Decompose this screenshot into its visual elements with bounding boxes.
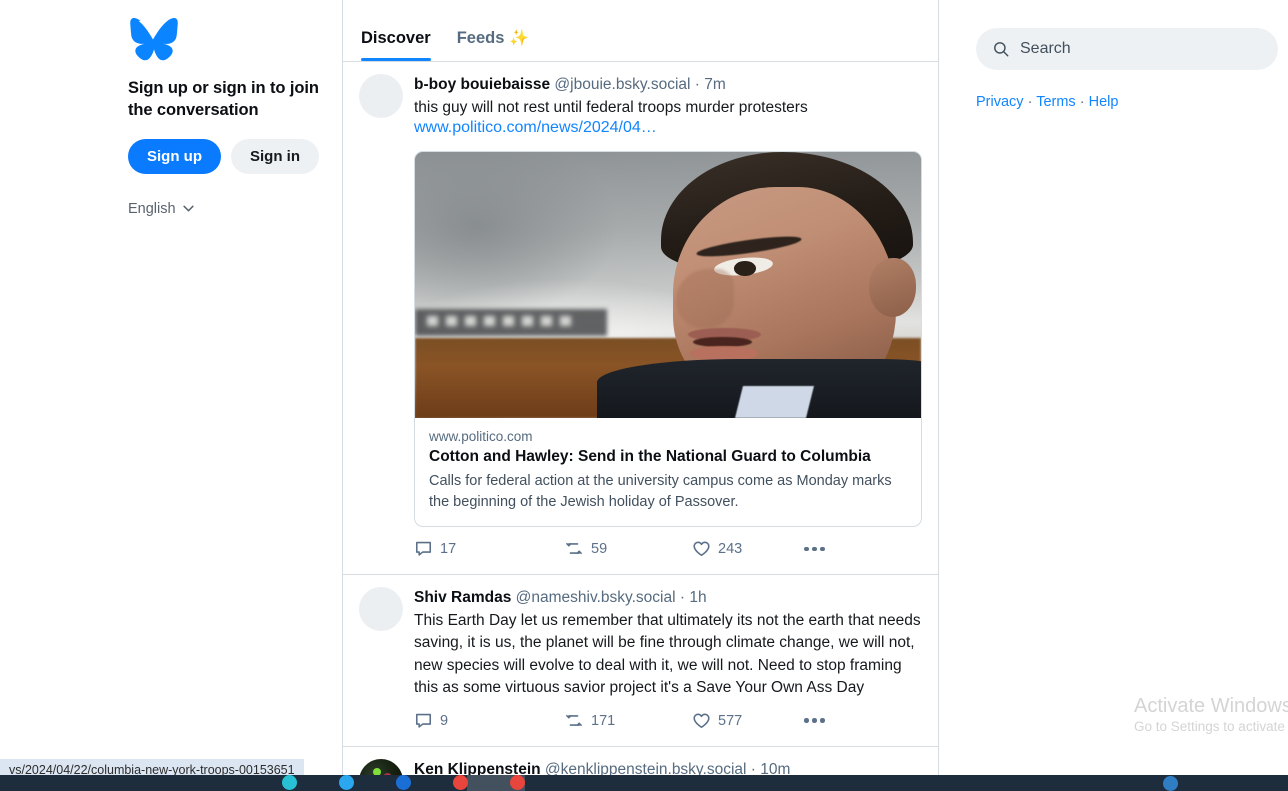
taskbar-icon-red[interactable] xyxy=(453,775,468,790)
post-separator: · xyxy=(695,76,700,93)
post-item[interactable]: Shiv Ramdas @nameshiv.bsky.social · 1h T… xyxy=(343,575,938,747)
post-content: Ken Klippenstein @kenklippenstein.bsky.s… xyxy=(414,759,922,775)
taskbar-icon-right[interactable] xyxy=(1163,776,1178,791)
post-content: Shiv Ramdas @nameshiv.bsky.social · 1h T… xyxy=(414,587,922,746)
taskbar-icon-blue-light[interactable] xyxy=(339,775,354,790)
taskbar-icon-red-two[interactable] xyxy=(510,775,525,790)
post-author[interactable]: Shiv Ramdas xyxy=(414,589,511,606)
taskbar-icon-teal[interactable] xyxy=(282,775,297,790)
bluesky-butterfly-icon xyxy=(128,18,178,62)
post-timestamp: 7m xyxy=(704,76,726,93)
post-timestamp: 10m xyxy=(760,761,790,775)
terms-link[interactable]: Terms xyxy=(1036,94,1075,110)
heart-icon xyxy=(692,711,711,730)
post-actions: 17 59 243 xyxy=(414,539,922,558)
post-text: this guy will not rest until federal tro… xyxy=(414,97,922,119)
post-actions: 9 171 577 xyxy=(414,711,922,730)
chevron-down-icon xyxy=(183,205,194,212)
windows-taskbar[interactable] xyxy=(0,775,1288,791)
post-content: b-boy bouiebaisse @jbouie.bsky.social · … xyxy=(414,74,922,574)
post-separator: · xyxy=(680,589,685,606)
search-placeholder: Search xyxy=(1020,40,1071,58)
post-author[interactable]: b-boy bouiebaisse xyxy=(414,76,550,93)
repost-icon xyxy=(564,711,584,730)
repost-count: 59 xyxy=(591,541,607,557)
reply-count: 17 xyxy=(440,541,456,557)
post-handle[interactable]: @kenklippenstein.bsky.social xyxy=(545,761,747,775)
post-header: Ken Klippenstein @kenklippenstein.bsky.s… xyxy=(414,759,922,775)
avatar[interactable] xyxy=(359,74,403,118)
comment-icon xyxy=(414,711,433,730)
post-header: b-boy bouiebaisse @jbouie.bsky.social · … xyxy=(414,74,922,96)
post-author[interactable]: Ken Klippenstein xyxy=(414,761,541,775)
post-external-link[interactable]: www.politico.com/news/2024/04… xyxy=(414,119,657,136)
like-button[interactable]: 243 xyxy=(692,539,804,558)
signup-headline: Sign up or sign in to join the conversat… xyxy=(128,78,323,122)
link-card-title: Cotton and Hawley: Send in the National … xyxy=(429,447,907,467)
language-selector[interactable]: English xyxy=(128,201,322,217)
like-button[interactable]: 577 xyxy=(692,711,804,730)
feed-column: Discover Feeds ✨ b-boy bouiebaisse @jbou… xyxy=(342,0,939,775)
language-label: English xyxy=(128,201,176,217)
sparkles-icon: ✨ xyxy=(509,31,529,47)
link-separator: · xyxy=(1028,94,1033,110)
sign-up-button[interactable]: Sign up xyxy=(128,139,221,174)
browser-viewport: Sign up or sign in to join the conversat… xyxy=(0,0,1288,791)
comment-icon xyxy=(414,539,433,558)
link-separator: · xyxy=(1080,94,1085,110)
footer-links: Privacy · Terms · Help xyxy=(976,94,1278,110)
tab-discover-label: Discover xyxy=(361,29,431,48)
post-handle[interactable]: @nameshiv.bsky.social xyxy=(516,589,676,606)
avatar[interactable] xyxy=(359,587,403,631)
like-count: 243 xyxy=(718,541,742,557)
link-card-description: Calls for federal action at the universi… xyxy=(429,471,907,512)
tab-feeds[interactable]: Feeds ✨ xyxy=(457,29,530,61)
link-card-image xyxy=(415,152,921,418)
repost-button[interactable]: 59 xyxy=(564,539,692,558)
heart-icon xyxy=(692,539,711,558)
reply-button[interactable]: 17 xyxy=(414,539,564,558)
taskbar-icon-blue[interactable] xyxy=(396,775,411,790)
feed-tabs: Discover Feeds ✨ xyxy=(343,0,938,62)
post-text: This Earth Day let us remember that ulti… xyxy=(414,610,922,699)
reply-count: 9 xyxy=(440,713,448,729)
post-handle[interactable]: @jbouie.bsky.social xyxy=(554,76,690,93)
search-icon xyxy=(992,40,1010,58)
link-card-meta: www.politico.com Cotton and Hawley: Send… xyxy=(415,418,921,526)
repost-icon xyxy=(564,539,584,558)
like-count: 577 xyxy=(718,713,742,729)
left-sidebar: Sign up or sign in to join the conversat… xyxy=(0,0,342,775)
sign-in-button[interactable]: Sign in xyxy=(231,139,319,174)
post-separator: · xyxy=(751,761,756,775)
more-options-icon[interactable] xyxy=(804,547,825,552)
reply-button[interactable]: 9 xyxy=(414,711,564,730)
privacy-link[interactable]: Privacy xyxy=(976,94,1024,110)
repost-count: 171 xyxy=(591,713,615,729)
more-options-icon[interactable] xyxy=(804,718,825,723)
search-input[interactable]: Search xyxy=(976,28,1278,70)
post-timestamp: 1h xyxy=(689,589,706,606)
help-link[interactable]: Help xyxy=(1089,94,1119,110)
link-card-domain: www.politico.com xyxy=(429,429,907,444)
post-item[interactable]: b-boy bouiebaisse @jbouie.bsky.social · … xyxy=(343,62,938,575)
post-item[interactable]: Ken Klippenstein @kenklippenstein.bsky.s… xyxy=(343,747,938,775)
taskbar-icon-group xyxy=(282,775,525,791)
auth-button-row: Sign up Sign in xyxy=(128,139,322,174)
post-header: Shiv Ramdas @nameshiv.bsky.social · 1h xyxy=(414,587,922,609)
tab-discover[interactable]: Discover xyxy=(361,29,431,61)
right-sidebar: Search Privacy · Terms · Help xyxy=(940,0,1288,775)
link-preview-card[interactable]: www.politico.com Cotton and Hawley: Send… xyxy=(414,151,922,527)
tab-feeds-label: Feeds xyxy=(457,29,505,48)
avatar[interactable] xyxy=(359,759,403,775)
repost-button[interactable]: 171 xyxy=(564,711,692,730)
